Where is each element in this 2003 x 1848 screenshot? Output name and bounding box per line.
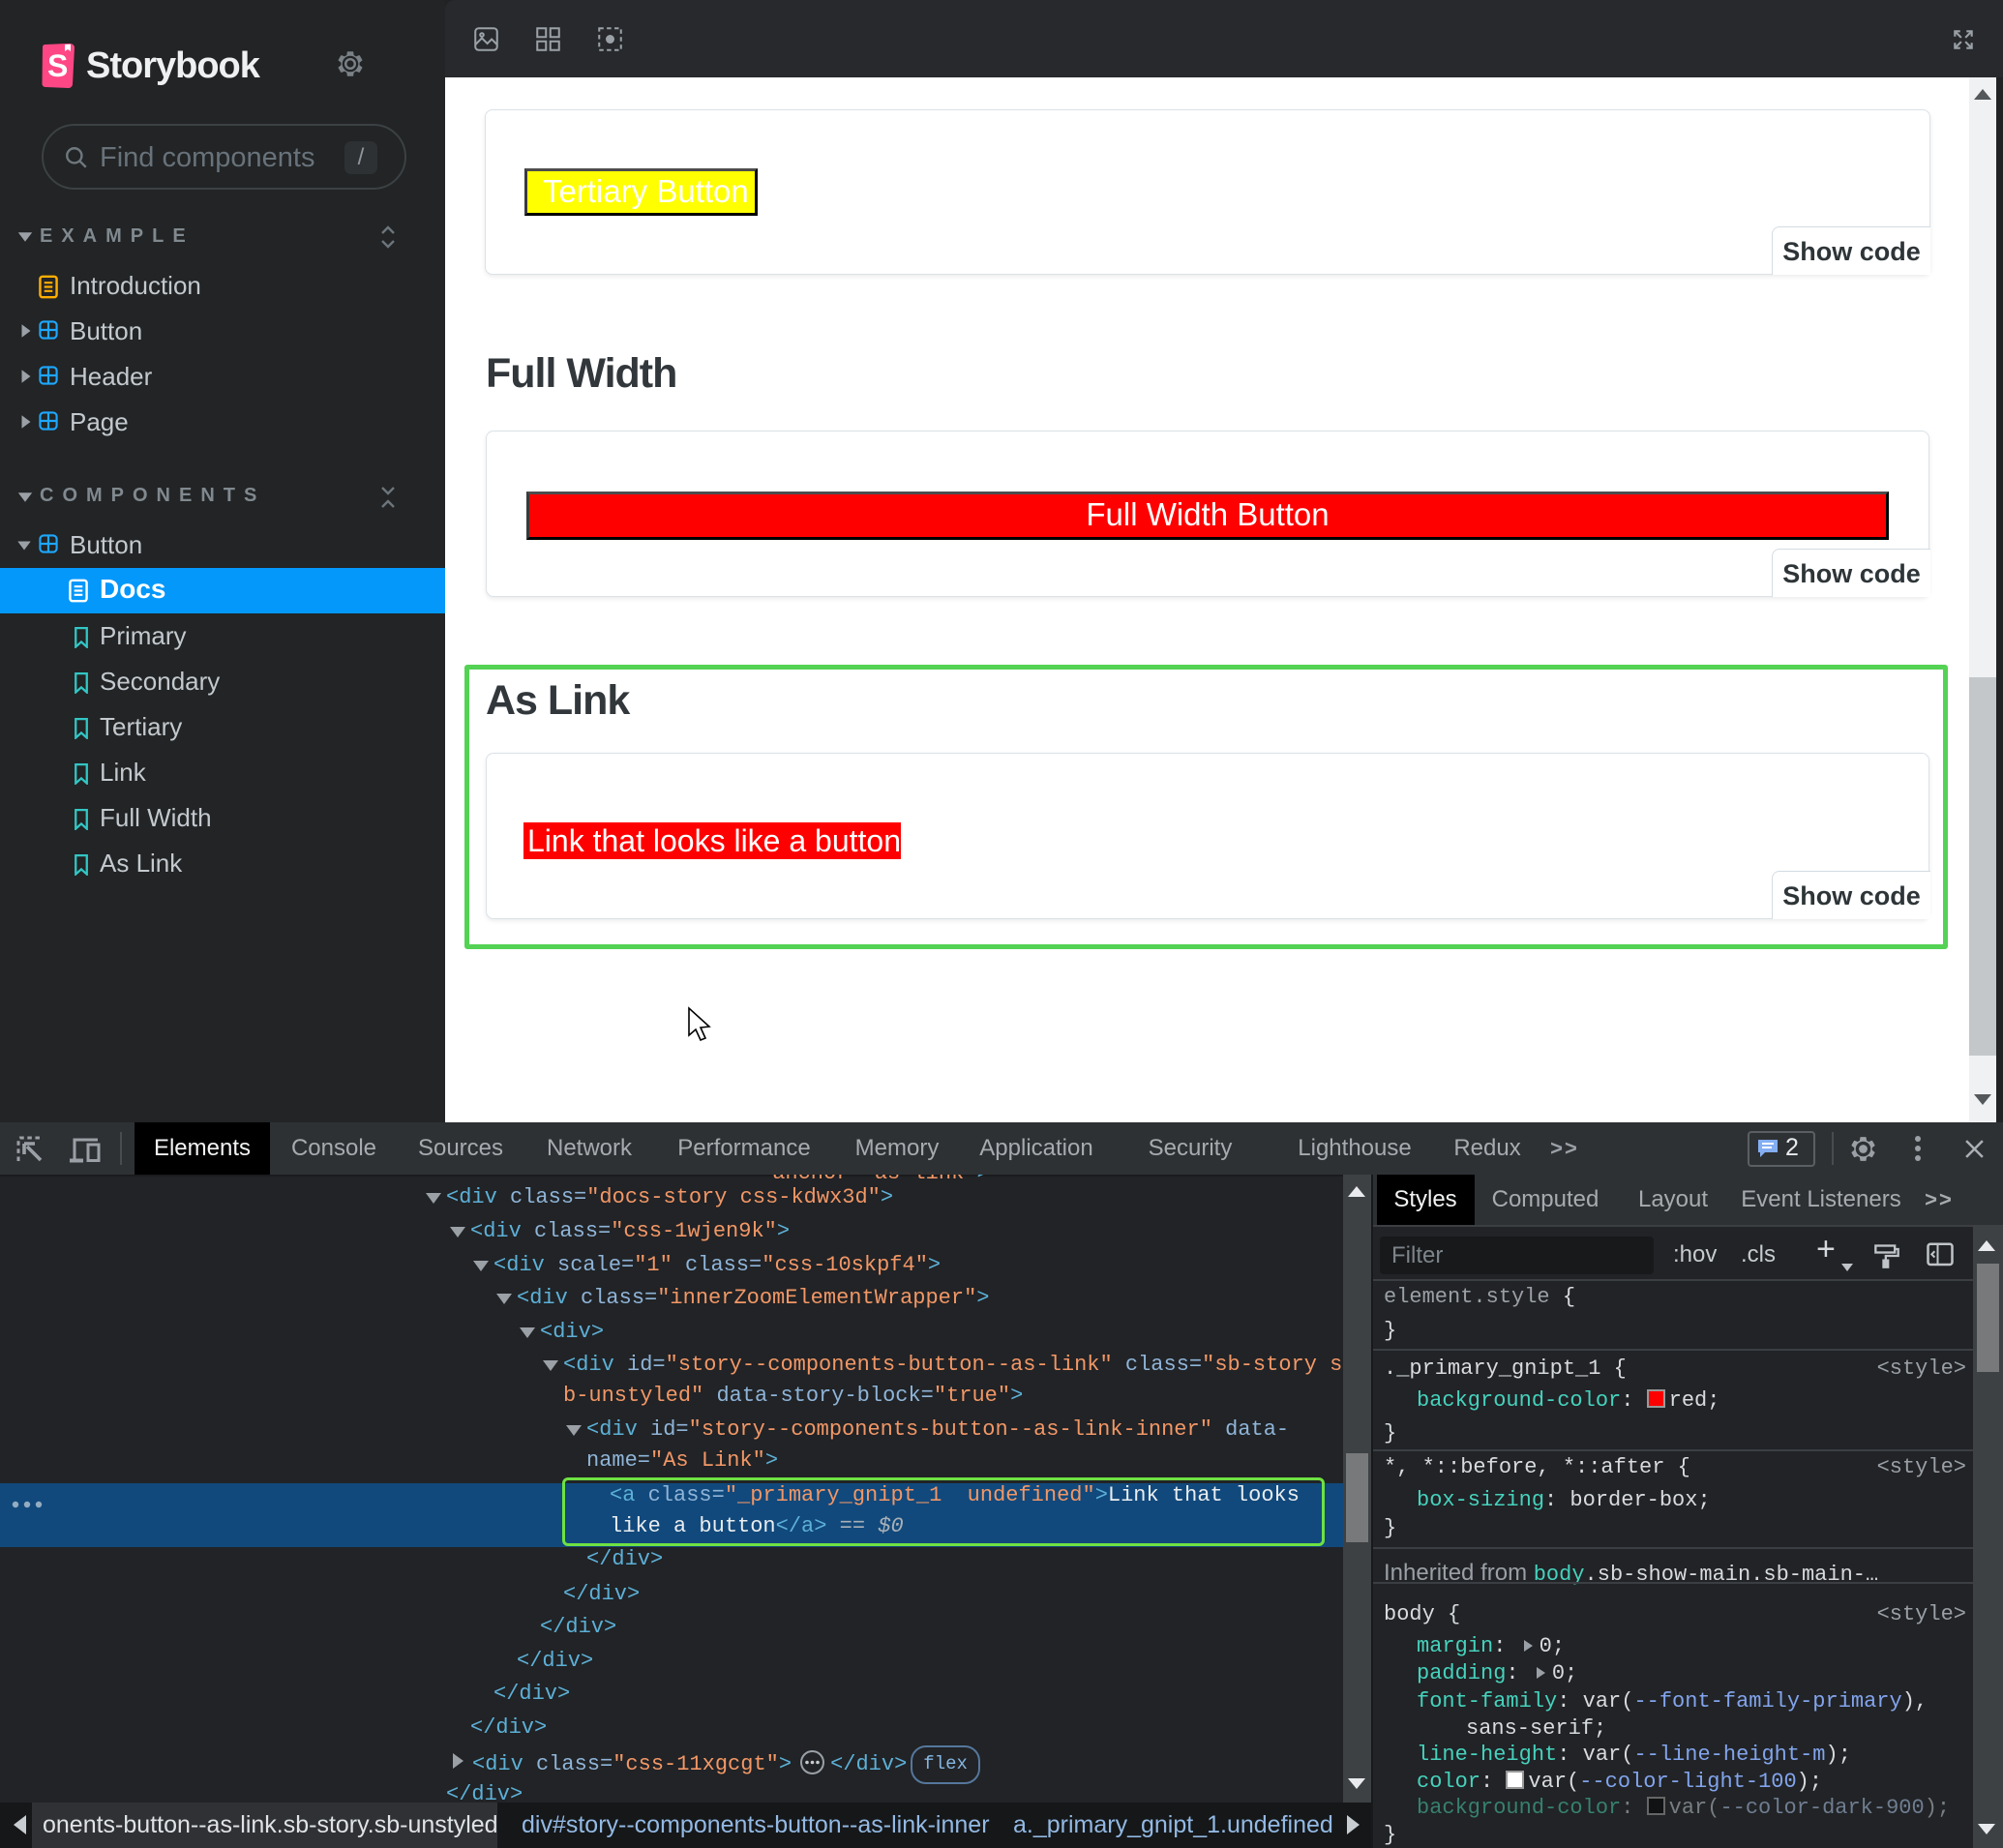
svg-text:S: S: [47, 48, 68, 83]
